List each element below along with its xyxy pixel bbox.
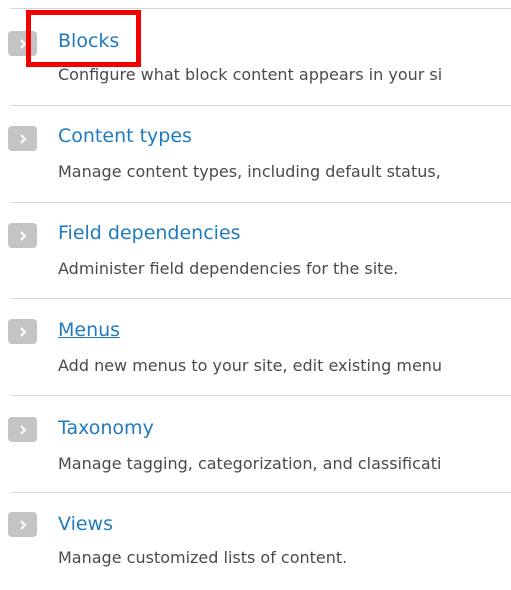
field-dependencies-description: Administer field dependencies for the si… (58, 259, 399, 278)
expand-toggle-views[interactable] (8, 512, 37, 537)
views-description: Manage customized lists of content. (58, 548, 348, 567)
chevron-right-icon (19, 230, 26, 241)
expand-toggle-taxonomy[interactable] (8, 417, 37, 442)
content-types-description: Manage content types, including default … (58, 162, 441, 181)
blocks-description: Configure what block content appears in … (58, 65, 443, 84)
chevron-right-icon (19, 326, 26, 337)
admin-config-list: Blocks Configure what block content appe… (0, 0, 511, 573)
chevron-right-icon (19, 424, 26, 435)
content-types-link[interactable]: Content types (58, 124, 192, 148)
taxonomy-link[interactable]: Taxonomy (58, 416, 154, 440)
taxonomy-description: Manage tagging, categorization, and clas… (58, 454, 442, 473)
expand-toggle-content-types[interactable] (8, 126, 37, 151)
list-item-views: Views Manage customized lists of content… (0, 493, 511, 590)
list-item-content-types: Content types Manage content types, incl… (0, 106, 511, 203)
menus-link[interactable]: Menus (58, 318, 120, 342)
field-dependencies-link[interactable]: Field dependencies (58, 221, 241, 245)
views-link[interactable]: Views (58, 512, 113, 536)
chevron-right-icon (19, 133, 26, 144)
menus-description: Add new menus to your site, edit existin… (58, 356, 443, 375)
list-item-taxonomy: Taxonomy Manage tagging, categorization,… (0, 396, 511, 493)
highlight-box (26, 10, 141, 67)
list-item-menus: Menus Add new menus to your site, edit e… (0, 299, 511, 396)
expand-toggle-menus[interactable] (8, 319, 37, 344)
chevron-right-icon (19, 519, 26, 530)
list-item-field-dependencies: Field dependencies Administer field depe… (0, 203, 511, 300)
expand-toggle-field-dependencies[interactable] (8, 223, 37, 248)
